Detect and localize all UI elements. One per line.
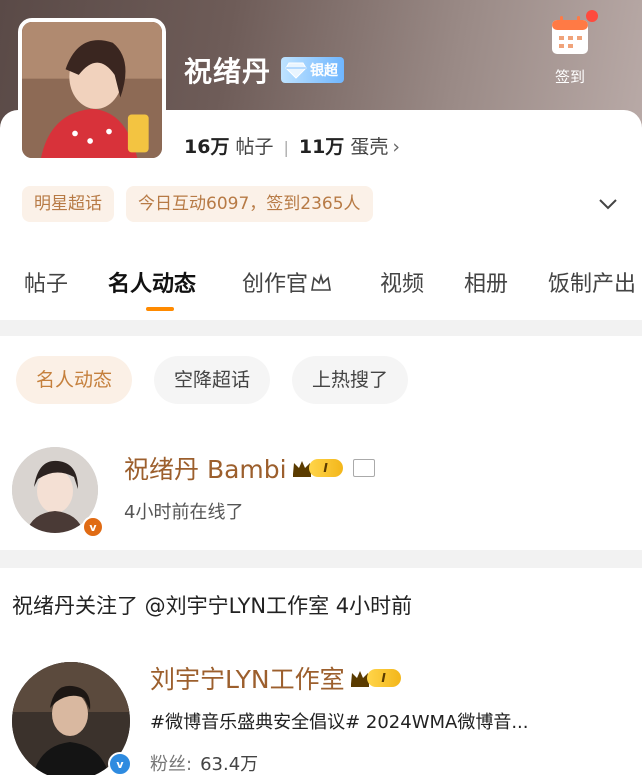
portrait-image	[22, 22, 162, 158]
stats-divider: |	[283, 138, 289, 157]
tab-fan-creations[interactable]: 饭制产出	[548, 266, 636, 298]
studio-name-row[interactable]: 刘宇宁LYN工作室 I	[150, 660, 401, 696]
supertopic-name: 祝绪丹	[184, 55, 272, 88]
studio-description: #微博音乐盛典安全倡议# 2024WMA微博音...	[150, 712, 529, 733]
online-status: 4小时前在线了	[124, 502, 244, 523]
fans-label: 粉丝:	[150, 754, 193, 775]
checkin-button[interactable]: 签到	[540, 10, 600, 87]
shells-label: 蛋壳	[350, 136, 389, 158]
tab-videos[interactable]: 视频	[380, 266, 424, 298]
tab-celebrity-updates[interactable]: 名人动态	[108, 266, 196, 298]
tag-today-interaction[interactable]: 今日互动6097，签到2365人	[126, 186, 373, 222]
supertopic-avatar[interactable]	[18, 18, 166, 162]
celebrity-name: 祝绪丹 Bambi	[124, 455, 287, 484]
crown-level-badge: I	[291, 458, 343, 478]
calendar-icon	[548, 10, 598, 58]
level-pill: I	[366, 669, 401, 687]
stats-row[interactable]: 16万 帖子 | 11万 蛋壳 ›	[184, 132, 400, 159]
tab-creator-label: 创作官	[242, 272, 309, 297]
id-card-icon	[352, 459, 375, 477]
badge-label: 银超	[310, 63, 339, 79]
crown-outline-icon	[311, 273, 331, 291]
level-pill: I	[308, 459, 343, 477]
verified-blue-icon: v	[108, 752, 132, 775]
crown-level-badge: I	[349, 668, 401, 688]
posts-count: 16万	[184, 136, 230, 158]
follow-activity-text[interactable]: 祝绪丹关注了 @刘宇宁LYN工作室 4小时前	[12, 590, 412, 620]
silver-super-badge[interactable]: 银超	[281, 57, 345, 83]
active-tab-indicator	[146, 307, 174, 311]
chip-trending[interactable]: 上热搜了	[292, 356, 409, 404]
fans-count: 63.4万	[200, 754, 259, 775]
chevron-right-icon: ›	[392, 136, 400, 158]
shells-count: 11万	[298, 136, 345, 158]
chevron-down-icon[interactable]	[596, 192, 620, 216]
tab-albums[interactable]: 相册	[464, 266, 508, 298]
checkin-label: 签到	[554, 68, 585, 86]
studio-fans: 粉丝: 63.4万	[150, 750, 258, 775]
diamond-icon	[285, 62, 307, 79]
tab-creator[interactable]: 创作官	[242, 266, 332, 298]
tag-star-supertopic[interactable]: 明星超话	[22, 186, 114, 222]
studio-name: 刘宇宁LYN工作室	[150, 665, 345, 694]
chip-airdrop-topics[interactable]: 空降超话	[154, 356, 271, 404]
tab-posts[interactable]: 帖子	[24, 266, 68, 298]
notification-dot	[586, 10, 598, 22]
verified-orange-icon: v	[82, 516, 104, 538]
tab-bar: 帖子 名人动态 创作官 视频 相册 饭制产出	[0, 262, 642, 318]
posts-label: 帖子	[235, 136, 274, 158]
celebrity-name-row[interactable]: 祝绪丹 Bambi I	[124, 450, 375, 486]
chip-celebrity-updates[interactable]: 名人动态	[16, 356, 133, 404]
